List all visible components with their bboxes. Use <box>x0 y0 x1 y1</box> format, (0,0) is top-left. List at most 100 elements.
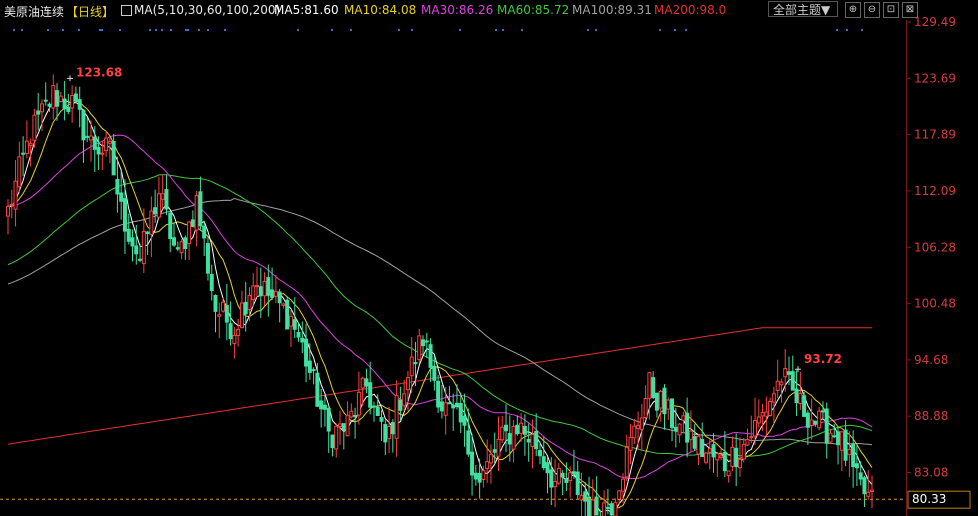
candle-down <box>594 496 599 516</box>
candle-up <box>771 393 776 403</box>
event-dot <box>99 29 101 31</box>
candle-down <box>296 331 301 338</box>
candle-up <box>273 291 278 297</box>
y-tick-label: 88.88 <box>914 409 948 423</box>
event-dot <box>495 29 497 31</box>
candle-down <box>673 426 678 432</box>
candle-up <box>519 422 524 434</box>
candle-up <box>194 195 199 231</box>
candle-down <box>549 469 554 488</box>
candle-down <box>21 152 26 155</box>
price-annotations: 123.68 93.72 80.33 <box>0 65 971 509</box>
candle-up <box>141 230 146 265</box>
candle-down <box>322 404 327 410</box>
candle-up <box>481 470 486 480</box>
candle-up <box>620 478 625 492</box>
candle-up <box>556 467 561 484</box>
y-tick-label: 83.08 <box>914 466 948 480</box>
candle-up <box>870 489 874 492</box>
candle-down <box>560 472 565 478</box>
event-dot <box>459 29 461 31</box>
candle-down <box>492 449 497 453</box>
candle-up <box>817 410 822 429</box>
candle-up <box>70 94 75 109</box>
event-dot <box>595 29 597 31</box>
event-dot <box>155 29 157 31</box>
candle-down <box>700 439 705 458</box>
candlestick-chart[interactable]: 129.49 123.69 117.89 112.09 106.28 100.48 94.6… <box>0 0 978 516</box>
candle-down <box>300 337 305 343</box>
candle-down <box>77 99 82 110</box>
candle-up <box>288 315 293 327</box>
candle-up <box>58 95 63 102</box>
candle-up <box>511 425 516 450</box>
candle-up <box>696 435 701 455</box>
candle-down <box>277 291 282 304</box>
candle-down <box>451 404 456 409</box>
candle-down <box>375 406 380 416</box>
candle-down <box>81 109 86 141</box>
candle-up <box>624 446 629 478</box>
candle-down <box>96 146 101 155</box>
candle-down <box>545 462 550 474</box>
candle-up <box>360 377 365 389</box>
candle-down <box>824 408 829 444</box>
event-dot <box>78 29 80 31</box>
candle-down <box>537 449 542 457</box>
candle-down <box>428 344 433 368</box>
candle-down <box>454 402 459 406</box>
candle-down <box>790 371 795 391</box>
candle-down <box>605 506 610 509</box>
candle-down <box>470 451 475 476</box>
candle-up <box>387 426 392 439</box>
y-tick-label: 94.68 <box>914 353 948 367</box>
candle-down <box>224 304 229 323</box>
candle-down <box>315 372 320 407</box>
candle-down <box>43 99 48 102</box>
candle-down <box>564 478 569 483</box>
candle-down <box>587 496 592 516</box>
candle-down <box>36 110 41 115</box>
candle-down <box>205 243 210 274</box>
candle-down <box>258 286 263 297</box>
candle-up <box>632 425 637 439</box>
candle-down <box>515 424 520 435</box>
candle-up <box>100 152 105 155</box>
candle-up <box>745 438 750 446</box>
candle-down <box>802 395 807 417</box>
candle-down <box>270 289 275 298</box>
candle-down <box>266 277 271 296</box>
candle-down <box>534 430 539 450</box>
event-dot <box>685 29 687 31</box>
candle-up <box>707 448 712 453</box>
candle-down <box>164 189 169 210</box>
candle-down <box>711 444 716 458</box>
y-tick-label: 129.49 <box>914 15 956 29</box>
candle-up <box>809 419 814 426</box>
candle-down <box>651 377 656 399</box>
candle-down <box>190 219 195 227</box>
candle-down <box>353 414 358 417</box>
candle-up <box>703 452 708 463</box>
candle-up <box>666 399 671 410</box>
event-dot <box>502 29 504 31</box>
event-dot <box>861 29 863 31</box>
candle-up <box>730 446 735 467</box>
candle-down <box>368 382 373 408</box>
candle-down <box>832 435 837 438</box>
candle-down <box>813 420 818 425</box>
candle-up <box>768 401 773 417</box>
candle-up <box>741 443 746 460</box>
candle-up <box>338 423 343 428</box>
event-dot <box>207 29 209 31</box>
candle-down <box>153 207 158 215</box>
candle-up <box>496 438 501 457</box>
candle-up <box>6 205 10 217</box>
candle-down <box>473 472 478 480</box>
candle-down <box>304 338 309 367</box>
event-dot <box>521 29 523 31</box>
candle-up <box>334 425 339 450</box>
event-dot <box>170 29 172 31</box>
candle-up <box>356 391 361 416</box>
candle-up <box>628 437 633 451</box>
